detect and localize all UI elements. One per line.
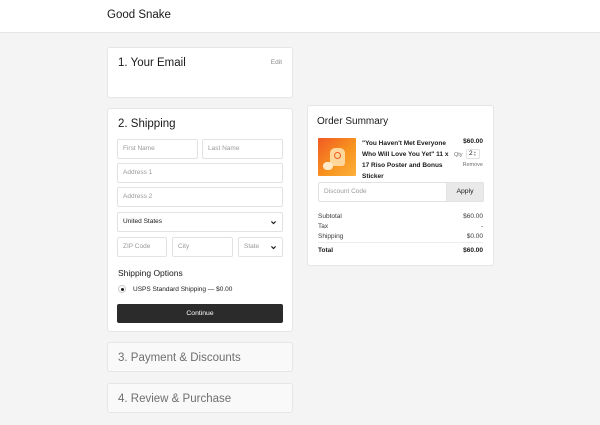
total-value: $60.00: [463, 247, 483, 254]
shipping-step-card: 2. Shipping First Name Last Name Address…: [107, 108, 293, 332]
remove-item-link[interactable]: Remove: [463, 162, 483, 168]
country-value: United States: [123, 218, 163, 225]
product-thumbnail: [318, 138, 356, 176]
address-1-field[interactable]: Address 1: [117, 163, 283, 183]
review-step-title: 4. Review & Purchase: [118, 393, 232, 405]
chevron-down-icon: [271, 246, 276, 250]
total-label: Total: [318, 247, 334, 254]
payment-step-title: 3. Payment & Discounts: [118, 352, 241, 364]
product-price: $60.00: [463, 138, 483, 145]
subtotal-value: $60.00: [463, 213, 483, 220]
total-row: Total $60.00: [318, 247, 483, 254]
chevron-down-icon: [271, 221, 276, 225]
quantity-label: Qty: [454, 152, 463, 158]
country-select[interactable]: United States: [117, 212, 283, 232]
subtotal-label: Subtotal: [318, 213, 342, 220]
shipping-option-label[interactable]: USPS Standard Shipping — $0.00: [133, 286, 232, 293]
apply-discount-button[interactable]: Apply: [446, 182, 484, 202]
tax-label: Tax: [318, 223, 329, 230]
shipping-step-title: 2. Shipping: [118, 118, 176, 130]
email-step-title: 1. Your Email: [118, 57, 186, 69]
discount-code-input[interactable]: Discount Code: [318, 182, 446, 202]
shipping-row: Shipping $0.00: [318, 233, 483, 240]
product-name: "You Haven't Met Everyone Who Will Love …: [362, 140, 449, 180]
email-step-card: 1. Your Email Edit: [107, 47, 293, 98]
tax-value: -: [480, 223, 483, 230]
top-bar: Good Snake: [0, 0, 600, 33]
shipping-value: $0.00: [466, 233, 483, 240]
zip-code-field[interactable]: ZIP Code: [117, 237, 167, 257]
continue-button[interactable]: Continue: [117, 304, 283, 323]
edit-email-link[interactable]: Edit: [271, 59, 282, 66]
review-step-card[interactable]: 4. Review & Purchase: [107, 383, 293, 413]
city-field[interactable]: City: [172, 237, 233, 257]
shipping-label: Shipping: [318, 233, 344, 240]
last-name-field[interactable]: Last Name: [202, 139, 283, 159]
address-2-field[interactable]: Address 2: [117, 187, 283, 207]
quantity-value: 2: [469, 150, 473, 157]
subtotal-row: Subtotal $60.00: [318, 213, 483, 220]
brand-logo[interactable]: Good Snake: [107, 9, 171, 21]
order-summary-title: Order Summary: [317, 116, 389, 127]
stepper-arrows-icon[interactable]: ▴ ▾: [474, 150, 478, 157]
summary-divider: [318, 242, 483, 243]
payment-step-card[interactable]: 3. Payment & Discounts: [107, 342, 293, 372]
order-summary-card: Order Summary "You Haven't Met Everyone …: [307, 105, 494, 266]
state-placeholder: State: [244, 243, 260, 250]
tax-row: Tax -: [318, 223, 483, 230]
state-select[interactable]: State: [238, 237, 283, 257]
shipping-options-title: Shipping Options: [118, 268, 183, 278]
quantity-stepper[interactable]: 2 ▴ ▾: [466, 149, 480, 159]
radio-selected-icon[interactable]: [118, 285, 126, 293]
first-name-field[interactable]: First Name: [117, 139, 198, 159]
